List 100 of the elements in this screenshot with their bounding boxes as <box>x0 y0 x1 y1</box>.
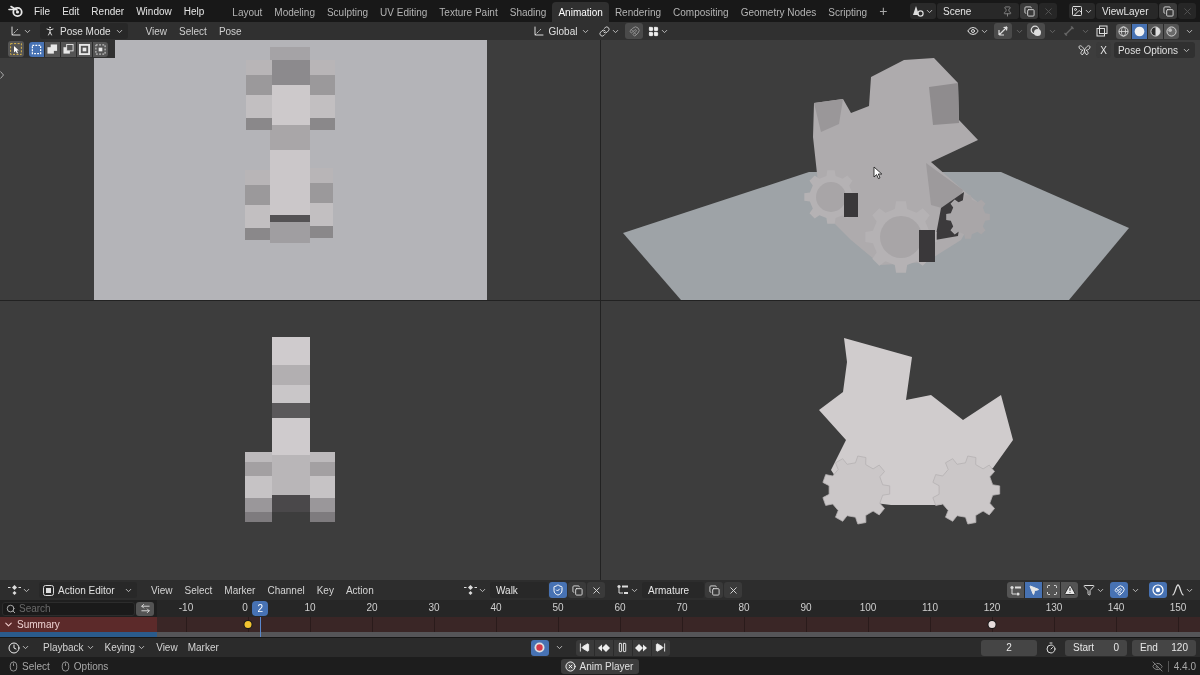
frame-number: 140 <box>1107 602 1125 613</box>
search-field[interactable]: Search <box>2 601 135 616</box>
current-frame-field[interactable]: 2 <box>981 639 1037 656</box>
jump-to-start-button[interactable] <box>575 639 594 656</box>
menu-item[interactable]: Action <box>339 581 380 599</box>
view-layer-name-field[interactable]: ViewLayer <box>1096 3 1158 19</box>
mode-dropdown[interactable]: Action Editor <box>39 582 137 598</box>
view-layer-selector-button[interactable] <box>1069 3 1095 19</box>
menu-dropdown[interactable]: Playback <box>38 638 100 657</box>
shading-mode-button[interactable] <box>1116 23 1131 39</box>
menu-item[interactable]: View <box>139 22 174 40</box>
shading-mode-button[interactable] <box>1148 23 1163 39</box>
overlay-circles-icon <box>1030 25 1042 37</box>
frame-number: 80 <box>738 602 750 613</box>
frame-number: 50 <box>552 602 564 613</box>
slot-name-field[interactable]: Armature <box>642 582 704 598</box>
menu-item[interactable]: Select <box>173 22 213 40</box>
action-name-field[interactable]: Walk <box>490 582 548 598</box>
select-mode-button[interactable] <box>29 41 44 57</box>
proportional-edit-button[interactable] <box>1149 582 1167 598</box>
unlink-slot-button[interactable] <box>724 582 742 598</box>
filter-toggle-button[interactable] <box>1061 582 1078 598</box>
workspace-tab[interactable]: Shading <box>503 2 553 22</box>
shading-mode-button[interactable] <box>1164 23 1179 39</box>
mirror-button[interactable] <box>1075 42 1094 58</box>
menu-item[interactable]: Key <box>310 581 340 599</box>
filter-toggle-button[interactable] <box>1043 582 1060 598</box>
duplicate-slot-button[interactable] <box>705 582 723 598</box>
workspace-tab[interactable]: Geometry Nodes <box>734 2 823 22</box>
menu-item[interactable]: Edit <box>56 2 86 20</box>
frame-ruler[interactable]: -10 0 2 10 20 30 40 50 60 70 80 90 100 110 120 130 140 150 <box>157 600 1200 617</box>
end-frame-field[interactable]: End 120 <box>1132 639 1196 656</box>
duplicate-action-button[interactable] <box>568 582 586 598</box>
field-label: Start <box>1073 642 1095 653</box>
current-frame-indicator[interactable]: 2 <box>252 601 269 616</box>
xray-toggle-button[interactable] <box>1093 23 1111 39</box>
workspace-tab[interactable]: Layout <box>226 2 269 22</box>
close-icon <box>727 584 739 596</box>
workspace-tab[interactable]: Texture Paint <box>433 2 504 22</box>
report-message[interactable]: Anim Player <box>560 658 640 674</box>
select-mode-button[interactable] <box>45 41 60 57</box>
menu-item[interactable]: View <box>145 581 179 599</box>
gizmo-toggle-button[interactable] <box>994 23 1012 39</box>
mirror-axis-toggle[interactable]: X <box>1096 42 1111 58</box>
workspace-tab[interactable]: Rendering <box>608 2 668 22</box>
select-box-tool-button[interactable] <box>8 41 24 57</box>
menu-item[interactable]: Channel <box>261 581 311 599</box>
next-keyframe-button[interactable] <box>632 639 651 656</box>
menu-item[interactable]: Pose <box>212 22 248 40</box>
pose-options-dropdown[interactable]: Pose Options <box>1113 42 1195 58</box>
start-frame-field[interactable]: Start 0 <box>1065 639 1127 656</box>
menu-item[interactable]: Marker <box>182 638 224 657</box>
workspace-tab[interactable]: Scripting <box>822 2 874 22</box>
caret-icon <box>21 643 30 652</box>
select-mode-button[interactable] <box>93 41 108 57</box>
rendered-sphere-icon <box>1166 25 1177 37</box>
swap-arrows-button[interactable] <box>136 601 154 616</box>
previous-keyframe-button[interactable] <box>594 639 613 656</box>
keyframe-icon[interactable] <box>244 621 252 628</box>
menu-item[interactable]: Select <box>178 581 219 599</box>
menu-item[interactable]: View <box>151 638 183 657</box>
orientation-dropdown[interactable]: Global <box>528 23 595 39</box>
add-workspace-button[interactable]: + <box>873 2 894 20</box>
workspace-tab[interactable]: Animation <box>552 2 609 22</box>
new-scene-button[interactable] <box>1020 3 1038 19</box>
menu-item[interactable]: File <box>28 2 57 20</box>
gizmo-arrows-icon <box>997 25 1009 37</box>
scene-name-field[interactable]: Scene <box>937 3 1019 19</box>
shading-mode-button[interactable] <box>1132 23 1147 39</box>
workspace-tab[interactable]: Compositing <box>667 2 735 22</box>
mode-dropdown[interactable]: Pose Mode <box>40 23 128 39</box>
auto-keying-button[interactable] <box>530 639 549 656</box>
jump-to-end-button[interactable] <box>651 639 670 656</box>
scene-selector-button[interactable] <box>910 3 936 19</box>
menu-item[interactable]: Render <box>85 2 131 20</box>
snap-toggle-button[interactable] <box>625 23 644 39</box>
select-invert-icon <box>79 43 90 55</box>
overlay-toggle-button[interactable] <box>1027 23 1045 39</box>
keyframe-icon[interactable] <box>988 621 996 628</box>
workspace-tab[interactable]: Sculpting <box>320 2 375 22</box>
unlink-action-button[interactable] <box>587 582 605 598</box>
select-mode-button[interactable] <box>77 41 92 57</box>
summary-channel[interactable]: Summary <box>0 617 157 632</box>
menu-item[interactable]: Window <box>130 2 178 20</box>
fake-user-button[interactable] <box>549 582 567 598</box>
menu-item[interactable]: Marker <box>218 581 262 599</box>
auto-snap-button[interactable] <box>1110 582 1128 598</box>
select-mode-button[interactable] <box>61 41 76 57</box>
workspace-tab[interactable]: UV Editing <box>374 2 434 22</box>
hint-label: Options <box>73 660 109 672</box>
menu-dropdown[interactable]: Keying <box>99 638 152 657</box>
filter-toggle-button[interactable] <box>1007 582 1024 598</box>
menu-item[interactable]: Help <box>177 2 211 20</box>
close-icon <box>1181 5 1193 17</box>
pause-button[interactable] <box>613 639 632 656</box>
workspace-tab[interactable]: Modeling <box>268 2 321 22</box>
new-view-layer-button[interactable] <box>1159 3 1177 19</box>
mouse-icon <box>59 660 71 672</box>
filter-toggle-button[interactable] <box>1025 582 1042 598</box>
close-icon <box>1042 5 1054 17</box>
